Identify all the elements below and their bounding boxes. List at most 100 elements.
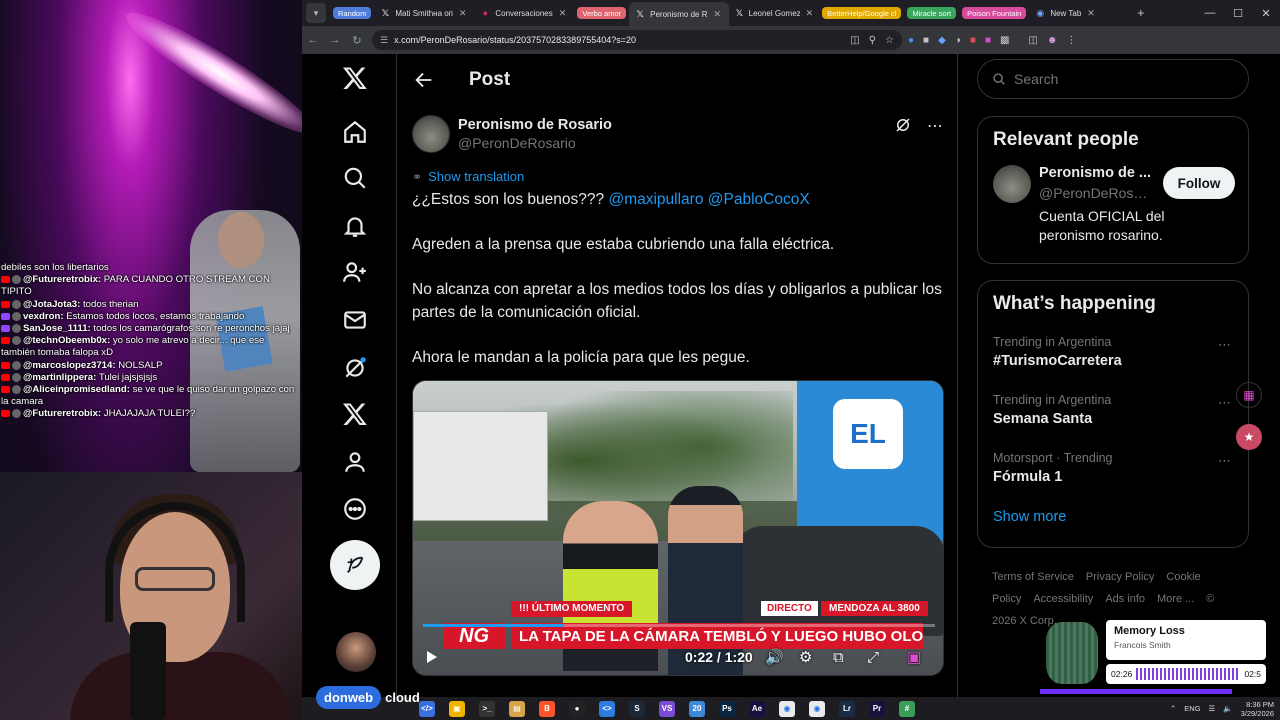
messages-envelope-icon[interactable] — [330, 300, 380, 340]
extension-1-icon[interactable]: ● — [908, 35, 914, 46]
follow-button[interactable]: Follow — [1163, 167, 1235, 199]
relevant-person-handle[interactable]: @PeronDeRosa... — [1039, 185, 1151, 201]
browser-tab[interactable]: ◉ New Tab ✕ — [1029, 2, 1129, 24]
author-handle[interactable]: @PeronDeRosario — [458, 135, 612, 151]
language-indicator[interactable]: ENG — [1184, 704, 1200, 713]
trend-more-icon[interactable]: ⋯ — [1218, 395, 1232, 411]
volume-icon[interactable]: 🔊 — [765, 648, 784, 666]
omnibox[interactable]: ☰ x.com/PeronDeRosario/status/2037570283… — [372, 30, 902, 50]
footer-link[interactable]: Accessibility — [1033, 593, 1093, 605]
sidebar-icon[interactable]: ◫ — [1028, 35, 1037, 46]
extension-5-icon[interactable]: ■ — [970, 35, 976, 46]
taskbar-app-icon[interactable]: 20 — [689, 700, 705, 717]
show-more-link[interactable]: Show more — [978, 501, 1248, 539]
tab-search-chevron-icon[interactable]: ▾ — [306, 3, 326, 23]
translate-video-icon[interactable]: ▣ — [907, 648, 921, 666]
profile-person-icon[interactable] — [330, 442, 380, 482]
extension-4-icon[interactable]: ◑ — [955, 35, 961, 46]
browser-tab[interactable]: ● Conversaciones ✕ — [474, 2, 574, 24]
account-avatar[interactable] — [336, 632, 376, 672]
author-avatar[interactable] — [412, 115, 450, 153]
speaker-icon[interactable]: 🔈 — [1223, 704, 1232, 713]
forward-icon[interactable]: → — [324, 34, 346, 46]
taskbar-app-icon[interactable]: S — [629, 700, 645, 717]
taskbar-app-icon[interactable]: ● — [569, 700, 585, 717]
taskbar-app-icon[interactable]: Ps — [719, 700, 735, 717]
tab-close-icon[interactable]: ✕ — [714, 9, 722, 20]
chrome-menu-icon[interactable]: ⋮ — [1066, 35, 1076, 46]
taskbar-app-icon[interactable]: <> — [599, 700, 615, 717]
follow-person-icon[interactable] — [330, 252, 380, 292]
new-tab-plus-icon[interactable]: + — [1129, 6, 1152, 20]
extensions-puzzle-icon[interactable]: ▩ — [1000, 35, 1009, 46]
browser-tab[interactable]: 𝕏 Mati Smithна оп ✕ — [374, 2, 474, 24]
video-player[interactable]: EL !!! ÚLTIMO MOMENTO DIRECTO MENDOZA AL… — [412, 380, 944, 676]
footer-link[interactable]: More ... — [1157, 593, 1194, 605]
show-translation-link[interactable]: ⚭ Show translation — [412, 169, 524, 184]
play-icon[interactable] — [425, 650, 439, 664]
taskbar-app-icon[interactable]: </> — [419, 700, 435, 717]
more-circle-icon[interactable] — [330, 489, 380, 529]
relevant-person-avatar[interactable] — [993, 165, 1031, 203]
fullscreen-icon[interactable]: ⤢ — [867, 649, 879, 666]
maximize-icon[interactable]: ☐ — [1224, 7, 1252, 20]
trend-item[interactable]: Trending in Argentina #TurismoCarretera ⋯ — [978, 327, 1248, 385]
settings-gear-icon[interactable]: ⚙ — [799, 648, 812, 666]
footer-link[interactable]: Terms of Service — [992, 571, 1074, 583]
tab-close-icon[interactable]: ✕ — [559, 8, 567, 19]
grok-explain-icon[interactable] — [894, 116, 912, 134]
premium-x-icon[interactable] — [330, 394, 380, 434]
wifi-icon[interactable]: ☰ — [1209, 704, 1216, 713]
minimize-icon[interactable]: — — [1196, 7, 1224, 19]
reload-icon[interactable]: ↻ — [346, 34, 368, 47]
video-progress-bar[interactable] — [423, 624, 935, 627]
floating-extension-icon[interactable]: ▦ — [1236, 382, 1262, 408]
floating-translate-icon[interactable]: ★ — [1236, 424, 1262, 450]
extension-3-icon[interactable]: ◆ — [938, 35, 946, 46]
trend-more-icon[interactable]: ⋯ — [1218, 453, 1232, 469]
notifications-bell-icon[interactable] — [330, 206, 380, 246]
trend-more-icon[interactable]: ⋯ — [1218, 337, 1232, 353]
profile-icon[interactable]: ☻ — [1047, 35, 1058, 46]
trend-item[interactable]: Trending in Argentina Semana Santa ⋯ — [978, 385, 1248, 443]
taskbar-app-icon[interactable]: Ae — [749, 700, 765, 717]
taskbar-app-icon[interactable]: >_ — [479, 700, 495, 717]
taskbar-app-icon[interactable]: Lr — [839, 700, 855, 717]
relevant-person-name[interactable]: Peronismo de ... — [1039, 165, 1151, 181]
grok-icon[interactable] — [330, 348, 380, 388]
clock[interactable]: 8:36 PM 3/29/2026 — [1241, 700, 1274, 718]
tab-close-icon[interactable]: ✕ — [459, 8, 467, 19]
post-more-icon[interactable]: ⋯ — [927, 116, 944, 136]
taskbar-app-icon[interactable]: ◉ — [809, 700, 825, 717]
taskbar-app-icon[interactable]: ▤ — [509, 700, 525, 717]
tab-group-label[interactable]: Random — [333, 7, 372, 19]
extension-6-icon[interactable]: ■ — [985, 35, 991, 46]
trend-item[interactable]: Motorsport · Trending Fórmula 1 ⋯ — [978, 443, 1248, 501]
tab-group-label[interactable]: Poison Fountain — [962, 7, 1027, 19]
pip-icon[interactable]: ⧉ — [833, 649, 844, 666]
back-arrow-icon[interactable] — [413, 69, 435, 91]
close-window-icon[interactable]: ✕ — [1252, 7, 1280, 20]
search-input[interactable]: Search — [977, 59, 1249, 99]
taskbar-app-icon[interactable]: ▣ — [449, 700, 465, 717]
taskbar-app-icon[interactable]: B — [539, 700, 555, 717]
bookmark-star-icon[interactable]: ☆ — [885, 35, 894, 46]
extension-2-icon[interactable]: ■ — [923, 35, 929, 46]
taskbar-app-icon[interactable]: ◉ — [779, 700, 795, 717]
tab-group-label[interactable]: Verbo amor — [577, 7, 627, 19]
back-icon[interactable]: ← — [302, 34, 324, 46]
x-logo-icon[interactable] — [330, 58, 380, 98]
mention-link[interactable]: @PabloCocoX — [708, 191, 810, 208]
home-icon[interactable] — [330, 112, 380, 152]
footer-link[interactable]: Ads info — [1105, 593, 1145, 605]
compose-post-button[interactable] — [330, 540, 380, 590]
browser-tab[interactable]: 𝕏 Peronismo de R ✕ — [629, 2, 730, 26]
site-info-icon[interactable]: ☰ — [380, 35, 388, 46]
taskbar-app-icon[interactable]: Pr — [869, 700, 885, 717]
taskbar-app-icon[interactable]: VS — [659, 700, 675, 717]
browser-tab[interactable]: 𝕏 Leonel Gomez R ✕ — [729, 2, 819, 24]
zoom-icon[interactable]: ⚲ — [869, 35, 876, 46]
tray-chevron-icon[interactable]: ⌃ — [1170, 704, 1176, 713]
relevant-person[interactable]: Peronismo de ... @PeronDeRosa... Cuenta … — [978, 151, 1248, 247]
mention-link[interactable]: @maxipullaro — [608, 191, 703, 208]
